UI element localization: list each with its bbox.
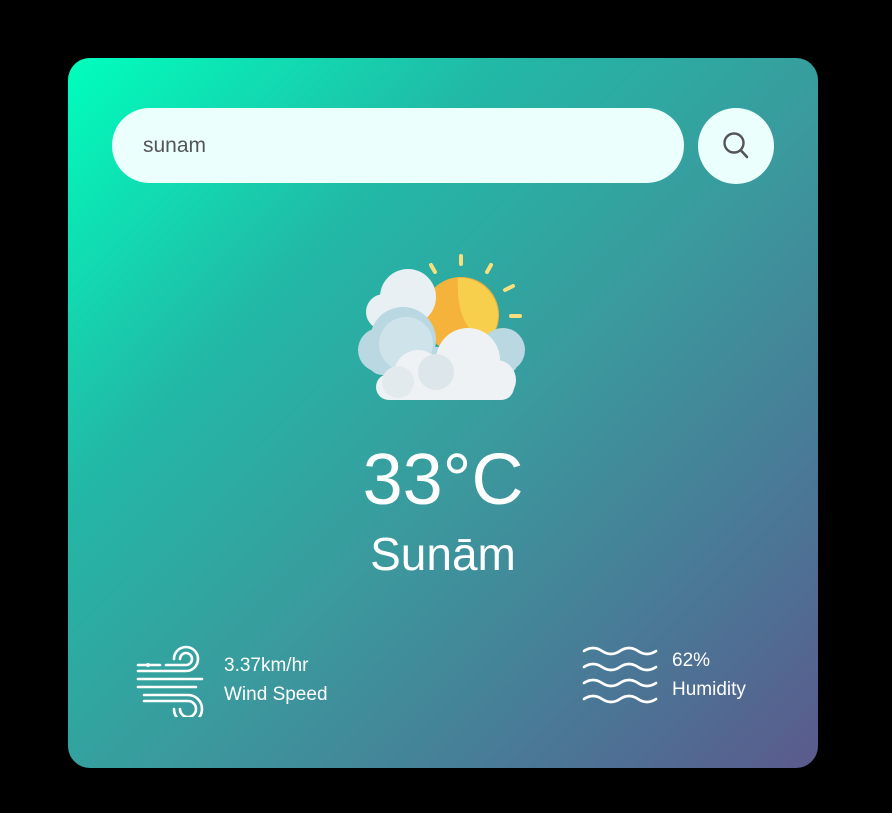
search-icon xyxy=(722,131,750,161)
weather-card: 33°C Sunām 3.37km/hr xyxy=(68,58,818,768)
wind-icon xyxy=(136,643,210,717)
humidity-detail: 62% Humidity xyxy=(582,643,746,707)
humidity-icon xyxy=(582,643,658,707)
humidity-value: 62% xyxy=(672,650,711,671)
humidity-label: Humidity xyxy=(672,679,746,700)
temperature: 33°C xyxy=(362,440,524,520)
search-button[interactable] xyxy=(698,108,774,184)
wind-speed-value: 3.37km/hr xyxy=(224,655,309,676)
partly-cloudy-sun-icon xyxy=(358,252,528,402)
wind-speed-label: Wind Speed xyxy=(224,684,328,705)
wind-speed-detail: 3.37km/hr Wind Speed xyxy=(136,643,328,717)
search-input[interactable] xyxy=(112,108,684,183)
city-name: Sunām xyxy=(370,528,516,580)
